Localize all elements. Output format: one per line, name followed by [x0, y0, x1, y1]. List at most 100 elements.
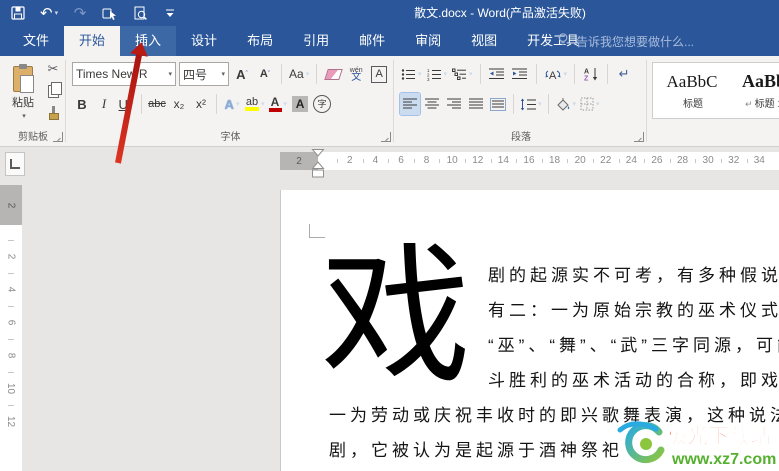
italic-button[interactable]: I: [94, 93, 114, 115]
ruler-number: 22: [592, 152, 619, 170]
touch-mouse-mode-icon[interactable]: [102, 2, 118, 24]
ruler-number: 10: [0, 372, 22, 405]
numbering-button[interactable]: 123 ▾: [426, 63, 449, 85]
asian-layout-button[interactable]: A ▾: [543, 63, 569, 85]
character-border-button[interactable]: A: [369, 63, 389, 85]
ruler-number: 6: [0, 306, 22, 339]
align-right-button[interactable]: [444, 93, 464, 115]
indent-markers[interactable]: [310, 149, 326, 180]
justify-button[interactable]: [466, 93, 486, 115]
multilevel-list-icon: [452, 68, 467, 80]
distribute-button[interactable]: [488, 93, 508, 115]
ribbon-tabs: 文件 开始 插入 设计 布局 引用 邮件 审阅 视图 开发工具: [8, 26, 594, 56]
font-color-icon: A: [268, 96, 282, 112]
undo-button[interactable]: ↶ ▾: [40, 2, 58, 24]
paste-button[interactable]: 粘贴 ▾: [4, 60, 42, 126]
customize-qat-icon[interactable]: [162, 2, 178, 24]
watermark-site-text: 极光下载站: [666, 424, 771, 448]
redo-button[interactable]: ↷: [72, 2, 88, 24]
font-dialog-launcher[interactable]: [381, 132, 391, 142]
ribbon-tab[interactable]: 邮件: [344, 26, 400, 56]
font-group: Times New R ▾ 四号 ▾ Aˆ Aˇ Aa ▾ wén 文 A B …: [67, 56, 394, 146]
text-line: “巫”、“舞”、“武”三字同源，可能是对: [488, 336, 779, 355]
ruler-number: 2: [0, 240, 22, 273]
watermark-url-text: www.xz7.com: [671, 451, 776, 468]
ruler-number: 12: [464, 152, 491, 170]
copy-button[interactable]: [44, 81, 62, 100]
align-center-button[interactable]: [422, 93, 442, 115]
paragraph-group-label: 段落: [511, 132, 531, 143]
svg-text:3: 3: [427, 77, 430, 81]
ribbon-tab[interactable]: 引用: [288, 26, 344, 56]
font-name-combo[interactable]: Times New R ▾: [72, 62, 176, 86]
increase-indent-icon: [512, 68, 528, 79]
ribbon-tab[interactable]: 视图: [456, 26, 512, 56]
align-left-button[interactable]: [399, 92, 421, 116]
save-icon[interactable]: [10, 2, 26, 24]
increase-indent-button[interactable]: [510, 63, 530, 85]
superscript-button[interactable]: x²: [191, 93, 211, 115]
grow-font-button[interactable]: Aˆ: [232, 63, 252, 85]
ruler-number: 4: [0, 273, 22, 306]
print-preview-icon[interactable]: [132, 2, 148, 24]
change-case-button[interactable]: Aa ▾: [288, 63, 310, 85]
ruler-number: 32: [720, 152, 747, 170]
format-painter-button[interactable]: [44, 104, 62, 122]
strikethrough-button[interactable]: abc: [147, 93, 167, 115]
undo-dropdown[interactable]: ▾: [55, 9, 59, 17]
tab-stop-selector[interactable]: [5, 152, 25, 176]
ribbon: 粘贴 ▾ ✂ 剪贴板 Times New R ▾ 四号 ▾ A ˆ A ˇ Aa…: [0, 56, 779, 147]
multilevel-list-button[interactable]: ▾: [451, 63, 474, 85]
text-line: 斗胜利的巫术活动的合称，即戏剧的原: [488, 371, 779, 390]
ruler-number: 2: [337, 152, 363, 170]
subscript-button[interactable]: x₂: [169, 93, 189, 115]
tell-me-search[interactable]: 告诉我您想要做什么...: [556, 26, 694, 56]
borders-button[interactable]: ▾: [579, 93, 601, 115]
bullets-icon: [401, 68, 415, 80]
ribbon-tab-row: 文件 开始 插入 设计 布局 引用 邮件 审阅 视图 开发工具 告诉我您想要做什么...: [0, 26, 779, 56]
ribbon-tab[interactable]: 审阅: [400, 26, 456, 56]
asian-layout-icon: A: [545, 70, 561, 81]
ruler-number: 12: [0, 405, 22, 438]
numbering-icon: 123: [427, 68, 441, 81]
align-right-icon: [447, 98, 461, 109]
styles-gallery: AaBbC 标题 AaBb ↵标题 1: [652, 62, 779, 119]
ruler-number: 4: [362, 152, 389, 170]
bullets-button[interactable]: ▾: [400, 63, 423, 85]
sort-button[interactable]: AZ: [581, 63, 601, 85]
character-shading-button[interactable]: A: [290, 93, 310, 115]
phonetic-guide-icon: wén 文: [349, 67, 363, 83]
clipboard-dialog-launcher[interactable]: [53, 132, 63, 142]
paragraph-dialog-launcher[interactable]: [634, 132, 644, 142]
bold-button[interactable]: B: [72, 93, 92, 115]
style-card[interactable]: AaBb ↵标题 1: [733, 71, 779, 110]
ribbon-tab[interactable]: 设计: [176, 26, 232, 56]
chevron-down-icon: ▾: [221, 70, 225, 78]
vertical-ruler[interactable]: 2 2 4 6 8 10 12: [0, 185, 22, 471]
shrink-font-button[interactable]: Aˇ: [255, 63, 275, 85]
tell-me-placeholder: 告诉我您想要做什么...: [576, 34, 695, 49]
horizontal-ruler[interactable]: 2 2 4 6 8 10 12 14 16 18 20 22 24 26 28 30 32 34: [280, 152, 779, 170]
text-highlight-button[interactable]: ab ▾: [244, 93, 266, 115]
sort-icon: AZ: [584, 68, 597, 82]
ribbon-tab[interactable]: 开始: [64, 26, 121, 56]
enclose-characters-button[interactable]: 字: [312, 93, 332, 115]
phonetic-guide-button[interactable]: wén 文: [346, 63, 366, 85]
decrease-indent-button[interactable]: [487, 63, 507, 85]
font-color-button[interactable]: A ▾: [268, 93, 289, 115]
show-marks-button[interactable]: ↵: [614, 63, 634, 85]
cut-button[interactable]: ✂: [44, 60, 62, 78]
line-spacing-button[interactable]: ▾: [519, 93, 543, 115]
font-size-combo[interactable]: 四号 ▾: [179, 62, 229, 86]
text-effects-button[interactable]: A ▾: [222, 93, 242, 115]
ribbon-tab[interactable]: 文件: [8, 26, 64, 56]
style-card[interactable]: AaBbC 标题: [661, 72, 723, 110]
eraser-icon: [323, 68, 343, 80]
shading-button[interactable]: ▾: [554, 93, 578, 115]
svg-text:A: A: [549, 70, 557, 81]
ruler-number: 18: [541, 152, 568, 170]
svg-text:Z: Z: [584, 76, 589, 82]
ribbon-tab[interactable]: 布局: [232, 26, 288, 56]
site-watermark: 极光下载站 www.xz7.com: [616, 416, 779, 471]
clear-formatting-button[interactable]: [323, 63, 343, 85]
